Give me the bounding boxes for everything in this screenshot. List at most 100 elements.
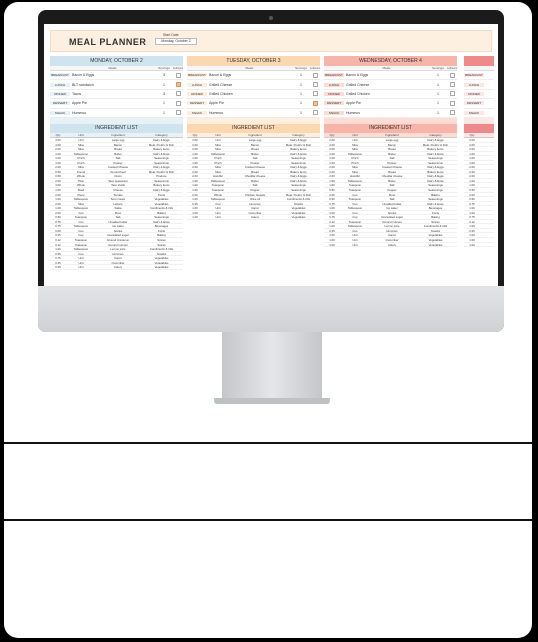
ingredient-unit[interactable]: Unit — [66, 256, 96, 260]
ingredient-unit[interactable]: Slice — [340, 147, 370, 151]
leftover-checkbox[interactable] — [175, 100, 181, 106]
ingredient-name[interactable]: Cheese — [96, 188, 140, 192]
ingredient-name[interactable]: Pepper — [370, 161, 414, 165]
meal-name-field[interactable]: Grilled Chicken — [344, 92, 429, 96]
ingredient-unit[interactable]: Cup — [203, 202, 233, 206]
ingredient-qty[interactable]: 2.00 — [324, 147, 340, 151]
ingredient-qty[interactable]: 4.00 — [50, 183, 66, 187]
ingredient-unit[interactable]: Unit — [340, 243, 370, 247]
ingredient-name[interactable]: Cucumber — [233, 211, 277, 215]
ingredient-unit[interactable]: Unit — [340, 233, 370, 237]
meal-name-field[interactable]: Bacon & Eggs — [70, 73, 155, 77]
ingredient-qty[interactable]: 1.00 — [324, 152, 340, 156]
meal-name-field[interactable]: Hummus — [344, 111, 429, 115]
ingredient-unit[interactable]: Slice — [203, 147, 233, 151]
ingredient-qty[interactable]: 1.00 — [324, 238, 340, 242]
ingredient-name[interactable]: Hummus — [370, 229, 414, 233]
ingredient-category[interactable]: Snacks — [414, 229, 457, 233]
ingredient-name[interactable]: Celery — [233, 215, 277, 219]
ingredient-name[interactable]: Taco seasoning — [96, 179, 140, 183]
ingredient-unit[interactable]: Unit — [340, 238, 370, 242]
ingredient-unit[interactable]: Cup — [340, 211, 370, 215]
ingredient-category[interactable]: Bakery items — [277, 170, 320, 174]
servings-field[interactable]: 1 — [292, 83, 310, 87]
ingredient-name[interactable]: Sour cream — [96, 197, 140, 201]
ingredient-qty[interactable]: 1.00 — [50, 152, 66, 156]
ingredient-category[interactable]: Seasonings — [414, 197, 457, 201]
ingredient-category[interactable]: Snacks — [277, 202, 320, 206]
ingredient-unit[interactable]: Cup — [340, 215, 370, 219]
ingredient-name[interactable]: Large egg — [233, 138, 277, 142]
ingredient-qty[interactable]: 1.00 — [187, 215, 203, 219]
ingredient-qty[interactable]: 4.00 — [50, 138, 66, 142]
ingredient-category[interactable]: Beverages — [414, 206, 457, 210]
ingredient-unit[interactable]: Tablespoon — [340, 152, 370, 156]
ingredient-qty[interactable]: 1.00 — [50, 197, 66, 201]
meal-name-field[interactable]: Grilled Chicken — [207, 92, 292, 96]
ingredient-qty[interactable]: 1.00 — [324, 183, 340, 187]
ingredient-qty[interactable]: 0.75 — [50, 220, 66, 224]
ingredient-unit[interactable]: Cup — [66, 220, 96, 224]
ingredient-name[interactable]: Unsalted butter — [96, 220, 140, 224]
ingredient-name[interactable]: Bacon — [96, 143, 140, 147]
ingredient-name[interactable]: Lettuce — [96, 202, 140, 206]
ingredient-name[interactable]: Butter — [370, 179, 414, 183]
meal-name-field[interactable]: BLT sandwich — [70, 83, 155, 87]
ingredient-name[interactable]: Lemon juice — [370, 224, 414, 228]
ingredient-category[interactable]: Vegetables — [414, 243, 457, 247]
ingredient-unit[interactable]: Slice — [66, 202, 96, 206]
ingredient-category[interactable]: Produce — [140, 174, 183, 178]
ingredient-qty[interactable]: 1.00 — [187, 188, 203, 192]
ingredient-qty[interactable]: 1.00 — [187, 179, 203, 183]
ingredient-name[interactable]: Cucumber — [96, 261, 140, 265]
ingredient-category[interactable]: Dairy & Eggs — [277, 174, 320, 178]
ingredient-name[interactable]: Bacon — [370, 143, 414, 147]
meal-name-field[interactable]: Apple Pie — [207, 101, 292, 105]
ingredient-category[interactable]: Baking — [140, 211, 183, 215]
leftover-checkbox[interactable] — [449, 72, 455, 78]
ingredient-name[interactable]: Ground nutmeg — [96, 243, 140, 247]
ingredient-qty[interactable]: 2.00 — [324, 165, 340, 169]
ingredient-unit[interactable]: Slice — [203, 170, 233, 174]
ingredient-qty[interactable]: 0.75 — [50, 256, 66, 260]
ingredient-category[interactable]: Dairy & Eggs — [277, 179, 320, 183]
ingredient-unit[interactable]: Unit — [66, 138, 96, 142]
ingredient-name[interactable]: Tomato — [96, 193, 140, 197]
ingredient-unit[interactable]: Unit — [203, 215, 233, 219]
ingredient-unit[interactable]: Unit — [66, 261, 96, 265]
meal-name-field[interactable]: Apple Pie — [70, 101, 155, 105]
ingredient-category[interactable]: Vegetables — [277, 211, 320, 215]
ingredient-name[interactable]: Salt — [370, 183, 414, 187]
ingredient-unit[interactable]: Teaspoon — [340, 220, 370, 224]
ingredient-qty[interactable]: 2.00 — [324, 193, 340, 197]
ingredient-qty[interactable]: 1.00 — [464, 224, 480, 228]
ingredient-qty[interactable]: 2.00 — [324, 143, 340, 147]
ingredient-unit[interactable]: Cup — [66, 252, 96, 256]
servings-field[interactable]: 1 — [155, 101, 173, 105]
ingredient-category[interactable]: Dairy & Eggs — [414, 165, 457, 169]
ingredient-category[interactable]: Seasonings — [277, 188, 320, 192]
ingredient-category[interactable]: Vegetables — [277, 215, 320, 219]
leftover-checkbox[interactable] — [312, 110, 318, 116]
ingredient-category[interactable]: Dairy & Eggs — [414, 179, 457, 183]
ingredient-qty[interactable]: 0.25 — [324, 229, 340, 233]
ingredient-category[interactable]: Dairy & Eggs — [414, 138, 457, 142]
ingredient-name[interactable]: Lemon juice — [96, 247, 140, 251]
ingredient-name[interactable]: Ice water — [370, 206, 414, 210]
ingredient-qty[interactable]: 0.25 — [50, 252, 66, 256]
servings-field[interactable]: 1 — [429, 83, 447, 87]
ingredient-qty[interactable]: 1.00 — [324, 243, 340, 247]
ingredient-category[interactable]: Dairy & Eggs — [277, 165, 320, 169]
ingredient-qty[interactable]: 0.50 — [324, 188, 340, 192]
ingredient-qty[interactable]: 0.75 — [324, 202, 340, 206]
ingredient-qty[interactable]: 2.00 — [187, 165, 203, 169]
ingredient-unit[interactable]: Cup — [66, 211, 96, 215]
ingredient-unit[interactable]: Slice — [66, 143, 96, 147]
ingredient-qty[interactable]: 1.00 — [464, 233, 480, 237]
ingredient-qty[interactable]: 1.00 — [187, 152, 203, 156]
ingredient-unit[interactable]: Pinch — [203, 161, 233, 165]
ingredient-qty[interactable]: 1.00 — [324, 156, 340, 160]
ingredient-qty[interactable]: 0.12 — [324, 220, 340, 224]
meal-name-field[interactable]: Hummus — [70, 111, 155, 115]
ingredient-category[interactable]: Meat, Poultry & Fish — [277, 193, 320, 197]
